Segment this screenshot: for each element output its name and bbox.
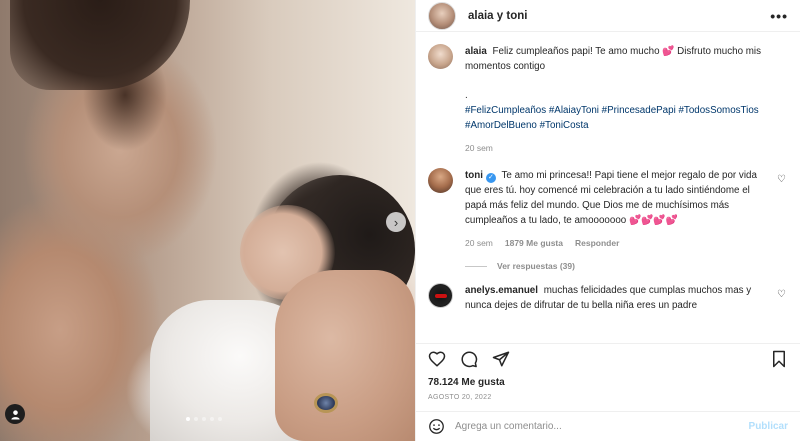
carousel-dot [210,417,214,421]
comment-username[interactable]: anelys.emanuel [465,285,538,296]
post: › alaia y toni ••• alaia Feliz cumpleaño… [0,0,800,441]
post-likes[interactable]: 78.124 Me gusta [416,373,800,388]
view-replies-label: Ver respuestas (39) [497,261,575,271]
comment: anelys.emanuel muchas felicidades que cu… [428,283,786,313]
avatar[interactable] [428,1,456,30]
share-icon[interactable] [492,350,510,368]
heart-icon[interactable] [428,350,446,368]
caption-hashtags[interactable]: #FelizCumpleaños #AlaiayToni #Princesade… [465,103,770,133]
avatar[interactable] [428,44,453,69]
verified-badge-icon: ✓ [485,173,496,183]
divider [465,265,487,267]
post-photo[interactable]: › [0,0,415,441]
photo-region [275,270,415,441]
add-comment-bar: Publicar [416,411,800,441]
more-horizontal-icon[interactable]: ••• [770,8,788,24]
carousel-dot [186,417,190,421]
caption: alaia Feliz cumpleaños papi! Te amo much… [428,44,786,156]
caption-dot: . [465,90,468,101]
user-icon [10,409,20,420]
comment-time: 20 sem [465,238,493,248]
comment-time: 20 sem [465,143,493,153]
heart-icon[interactable]: ♡ [777,289,786,300]
publish-button[interactable]: Publicar [749,421,788,432]
post-date: AGOSTO 20, 2022 [428,394,492,401]
photo-region [314,393,338,413]
avatar[interactable] [428,283,453,308]
carousel-dot [194,417,198,421]
comment-text: Te amo mi princesa!! Papi tiene el mejor… [465,170,757,226]
heart-icon[interactable]: ♡ [777,174,786,185]
comment: toni ✓ Te amo mi princesa!! Papi tiene el… [428,168,786,251]
post-header: alaia y toni ••• [416,0,800,32]
comment-icon[interactable] [460,350,478,368]
next-slide-button[interactable]: › [386,212,406,232]
emoji-icon[interactable] [428,418,445,435]
carousel-dot [218,417,222,421]
carousel-dot [202,417,206,421]
reply-button[interactable]: Responder [575,236,619,251]
comment-likes[interactable]: 1879 Me gusta [505,236,563,251]
avatar[interactable] [428,168,453,193]
comment-username[interactable]: alaia [465,46,487,57]
post-sidebar: alaia y toni ••• alaia Feliz cumpleaños … [415,0,800,441]
comment-input[interactable] [455,421,739,432]
photo-region [10,0,190,90]
tagged-users-button[interactable] [5,404,25,424]
author-username[interactable]: alaia y toni [468,10,527,22]
bookmark-icon[interactable] [770,350,788,368]
chevron-right-icon: › [393,214,399,230]
view-replies-button[interactable]: Ver respuestas (39) [465,261,786,271]
comment-username[interactable]: toni [465,170,483,181]
comments-list: alaia Feliz cumpleaños papi! Te amo much… [416,32,800,343]
caption-text: Feliz cumpleaños papi! Te amo mucho 💕 Di… [465,46,762,72]
action-bar [416,343,800,373]
carousel-dots [186,417,222,421]
